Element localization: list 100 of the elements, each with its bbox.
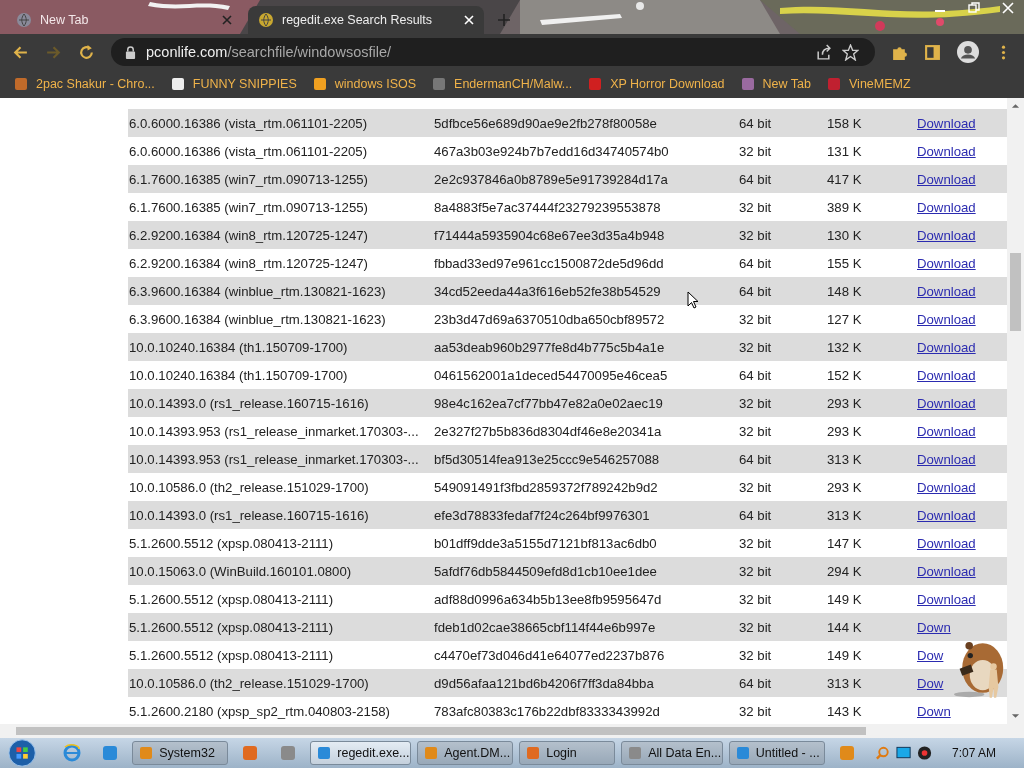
download-link[interactable]: Dow	[917, 647, 944, 663]
table-cell: 5.1.2600.5512 (xpsp.080413-2111)	[129, 619, 334, 635]
table-cell: 23b3d47d69a6370510dba650cbf89572	[434, 311, 665, 327]
table-cell: 98e4c162ea7cf77bb47e82a0e02aec19	[434, 395, 663, 411]
table-cell: 32 bit	[739, 227, 772, 243]
download-link[interactable]: Download	[917, 171, 976, 187]
table-cell: 130 K	[827, 227, 862, 243]
app-icon	[424, 746, 439, 760]
table-cell: 389 K	[827, 199, 862, 215]
star-icon[interactable]	[842, 43, 859, 61]
download-link[interactable]: Download	[917, 255, 976, 271]
table-cell: 783afc80383c176b22dbf8333343992d	[434, 703, 660, 719]
download-link[interactable]: Download	[917, 199, 976, 215]
taskbar-button[interactable]: Login	[519, 741, 616, 765]
bookmark-icon	[14, 77, 28, 91]
table-cell: 293 K	[827, 479, 862, 495]
table-cell: 64 bit	[739, 115, 772, 131]
bookmark-item[interactable]: XP Horror Download	[588, 77, 725, 91]
table-cell: 6.2.9200.16384 (win8_rtm.120725-1247)	[129, 227, 368, 243]
table-cell: 8a4883f5e7ac37444f23279239553878	[434, 199, 661, 215]
table-cell: 32 bit	[739, 479, 772, 495]
table-cell: 313 K	[827, 675, 862, 691]
app-icon	[735, 746, 750, 760]
address-bar[interactable]: pconlife.com/searchfile/windowsosfile/	[111, 38, 875, 66]
table-cell: 5.1.2600.5512 (xpsp.080413-2111)	[129, 591, 334, 607]
bookmark-item[interactable]: VineMEMZ	[827, 77, 911, 91]
table-cell: 127 K	[827, 311, 862, 327]
table-cell: 32 bit	[739, 619, 772, 635]
scroll-up-icon[interactable]	[1011, 103, 1020, 109]
download-link[interactable]: Down	[917, 703, 951, 719]
download-link[interactable]: Dow	[917, 675, 944, 691]
profile-icon[interactable]	[957, 41, 979, 63]
download-link[interactable]: Download	[917, 451, 976, 467]
taskbar-button[interactable]: All Data En...	[621, 741, 723, 765]
download-link[interactable]: Download	[917, 143, 976, 159]
table-cell: 32 bit	[739, 311, 772, 327]
download-link[interactable]: Download	[917, 227, 976, 243]
download-link[interactable]: Download	[917, 535, 976, 551]
bookmark-item[interactable]: FUNNY SNIPPIES	[170, 77, 297, 91]
table-cell: 64 bit	[739, 507, 772, 523]
download-link[interactable]: Download	[917, 563, 976, 579]
vertical-scrollbar[interactable]	[1007, 98, 1024, 724]
table-cell: 6.0.6000.16386 (vista_rtm.061101-2205)	[129, 143, 368, 159]
bookmark-item[interactable]: windows ISOS	[312, 77, 417, 91]
table-cell: 10.0.10240.16384 (th1.150709-1700)	[129, 367, 348, 383]
table-cell: aa53deab960b2977fe8d4b775c5b4a1e	[434, 339, 665, 355]
table-cell: 313 K	[827, 507, 862, 523]
speaker-icon[interactable]	[916, 745, 932, 761]
download-link[interactable]: Download	[917, 311, 976, 327]
taskbar-button[interactable]: Untitled - ...	[728, 741, 825, 765]
download-link[interactable]: Download	[917, 507, 976, 523]
sidebar-icon[interactable]	[924, 43, 941, 61]
download-link[interactable]: Download	[917, 339, 976, 355]
table-cell: 155 K	[827, 255, 862, 271]
browser-tab[interactable]: regedit.exe Search Results	[248, 6, 484, 34]
download-link[interactable]: Download	[917, 479, 976, 495]
table-cell: 148 K	[827, 283, 862, 299]
download-link[interactable]: Download	[917, 395, 976, 411]
table-cell: 6.3.9600.16384 (winblue_rtm.130821-1623)	[129, 311, 386, 327]
bookmark-icon	[588, 77, 603, 91]
table-cell: 158 K	[827, 115, 862, 131]
bookmark-item[interactable]: New Tab	[740, 77, 811, 91]
download-link[interactable]: Download	[917, 115, 976, 131]
start-orb-icon[interactable]	[8, 738, 37, 768]
table-cell: 2e327f27b5b836d8304df46e8e20341a	[434, 423, 662, 439]
restore-icon[interactable]	[968, 2, 980, 14]
taskbar-button[interactable]: Agent.DM...	[417, 741, 514, 765]
download-link[interactable]: Download	[917, 591, 976, 607]
reload-icon[interactable]	[78, 43, 95, 61]
table-cell: 32 bit	[739, 423, 772, 439]
monitor-icon[interactable]	[895, 745, 911, 761]
table-cell: 64 bit	[739, 255, 772, 271]
app-icon	[526, 746, 541, 760]
table-cell: 6.2.9200.16384 (win8_rtm.120725-1247)	[129, 255, 368, 271]
table-cell: b01dff9dde3a5155d7121bf813ac6db0	[434, 535, 657, 551]
table-cell: 32 bit	[739, 703, 772, 719]
bookmark-item[interactable]: EndermanCH/Malw...	[432, 77, 573, 91]
bookmark-item[interactable]: 2pac Shakur - Chro...	[14, 77, 155, 91]
taskbar-button[interactable]: System32	[132, 741, 229, 765]
table-cell: 467a3b03e924b7b7edd16d34740574b0	[434, 143, 669, 159]
download-link[interactable]: Download	[917, 367, 976, 383]
bookmark-icon	[170, 77, 185, 91]
download-link[interactable]: Down	[917, 619, 951, 635]
table-cell: 32 bit	[739, 199, 772, 215]
table-cell: 64 bit	[739, 675, 772, 691]
horizontal-scrollbar[interactable]	[0, 724, 1024, 738]
table-cell: 32 bit	[739, 647, 772, 663]
taskbar-button[interactable]: regedit.exe...	[310, 741, 412, 765]
table-cell: 0461562001a1deced54470095e46cea5	[434, 367, 668, 383]
globe-icon	[258, 12, 274, 28]
download-link[interactable]: Download	[917, 283, 976, 299]
scroll-down-icon[interactable]	[1011, 713, 1020, 719]
plus-icon[interactable]	[498, 14, 510, 26]
table-cell: 152 K	[827, 367, 862, 383]
tab-title: regedit.exe Search Results	[282, 13, 434, 27]
scroll-thumb[interactable]	[1010, 253, 1021, 331]
download-link[interactable]: Download	[917, 423, 976, 439]
table-cell: 10.0.14393.0 (rs1_release.160715-1616)	[129, 507, 369, 523]
app-icon	[317, 746, 332, 760]
share-icon[interactable]	[815, 43, 832, 61]
